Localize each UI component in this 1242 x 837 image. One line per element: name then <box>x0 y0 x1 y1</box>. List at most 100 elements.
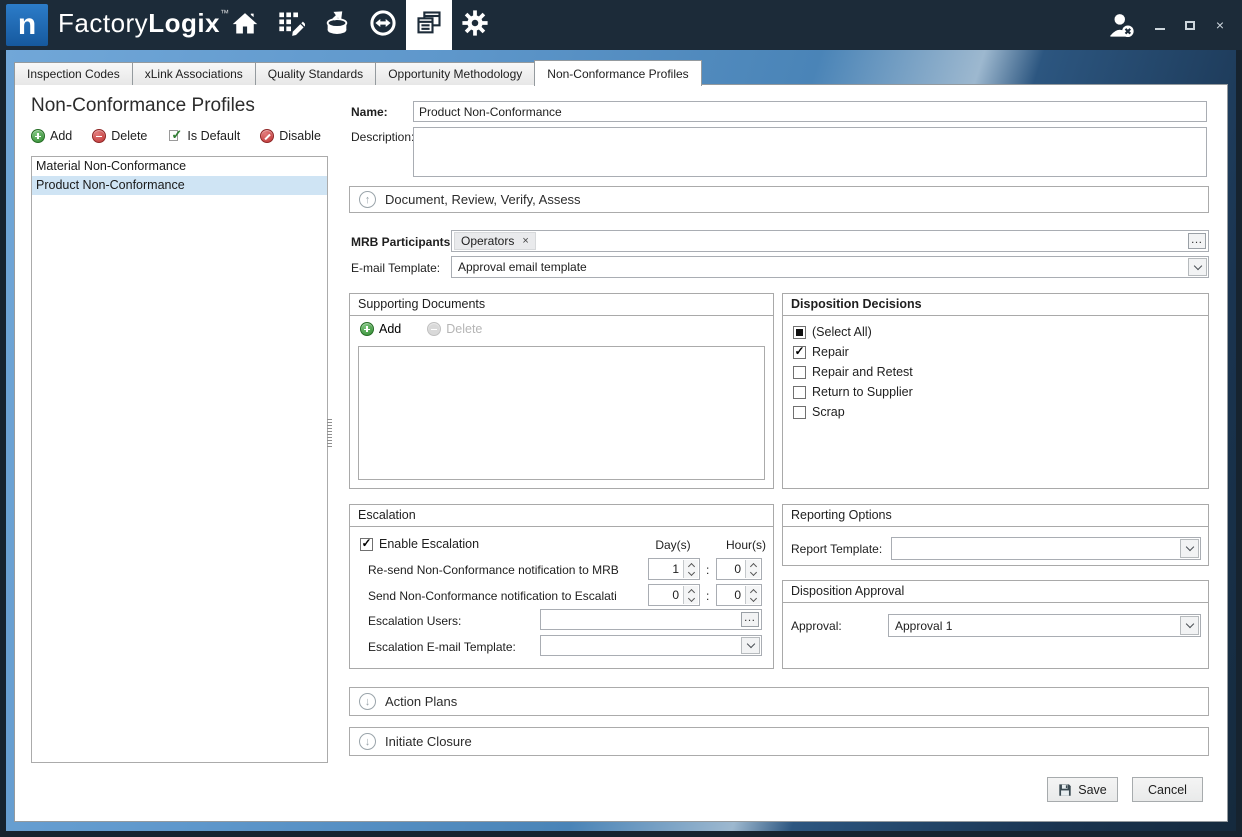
dropdown-button[interactable] <box>741 637 760 654</box>
delete-document-label: Delete <box>446 322 482 336</box>
delete-profile-button[interactable]: Delete <box>92 129 147 143</box>
dropdown-button[interactable] <box>1180 616 1199 635</box>
expand-arrow-icon: ↓ <box>359 733 376 750</box>
list-item-product-non-conformance[interactable]: Product Non-Conformance <box>32 176 327 195</box>
spinner-arrows-icon[interactable] <box>683 586 698 604</box>
checkbox-row-repair-retest[interactable]: Repair and Retest <box>793 365 913 379</box>
return-supplier-label: Return to Supplier <box>812 385 913 399</box>
spinner-arrows-icon[interactable] <box>745 586 760 604</box>
collapse-arrow-icon: ↑ <box>359 191 376 208</box>
delete-icon <box>92 129 106 143</box>
chip-remove-icon[interactable]: × <box>522 235 528 247</box>
select-all-checkbox[interactable] <box>793 326 806 339</box>
cancel-button-label: Cancel <box>1148 783 1187 797</box>
material-stack-icon <box>323 9 351 42</box>
scrap-checkbox[interactable] <box>793 406 806 419</box>
days-header: Day(s) <box>638 538 708 552</box>
escalation-template-label: Escalation E-mail Template: <box>368 640 516 654</box>
disposition-decisions-group: Disposition Decisions (Select All) Repai… <box>782 293 1209 489</box>
save-button[interactable]: Save <box>1047 777 1118 802</box>
checkbox-row-select-all[interactable]: (Select All) <box>793 325 872 339</box>
nav-materials-button[interactable] <box>314 0 360 50</box>
dropdown-button[interactable] <box>1180 539 1199 558</box>
email-template-select[interactable]: Approval email template <box>451 256 1209 278</box>
mrb-participants-field[interactable]: Operators × <box>451 230 1209 252</box>
time-colon: : <box>706 589 709 603</box>
minimize-button[interactable] <box>1152 17 1168 33</box>
nav-home-button[interactable] <box>222 0 268 50</box>
delete-document-button[interactable]: Delete <box>427 322 482 336</box>
report-template-label: Report Template: <box>791 542 882 556</box>
escalation-users-browse-button[interactable] <box>741 612 759 627</box>
tab-inspection-codes[interactable]: Inspection Codes <box>14 62 133 85</box>
is-default-button[interactable]: ✓ Is Default <box>167 129 240 143</box>
escalation-group: Escalation Enable Escalation Day(s) Hour… <box>349 504 774 669</box>
maximize-icon <box>1185 21 1195 30</box>
add-document-button[interactable]: Add <box>360 322 401 336</box>
content-panel: Non-Conformance Profiles Add Delete ✓ Is… <box>14 84 1228 822</box>
enable-escalation-checkbox[interactable] <box>360 538 373 551</box>
escalation-days-spinner[interactable]: 0 <box>648 584 700 606</box>
mrb-browse-button[interactable] <box>1188 233 1206 249</box>
close-icon: × <box>1216 17 1224 33</box>
expander-document-review-label: Document, Review, Verify, Assess <box>385 192 581 207</box>
chevron-down-icon <box>1193 261 1201 269</box>
disable-icon <box>260 129 274 143</box>
nav-document-control-button[interactable] <box>406 0 452 50</box>
gear-icon <box>461 9 489 42</box>
expander-action-plans[interactable]: ↓ Action Plans <box>349 687 1209 716</box>
page-title: Non-Conformance Profiles <box>31 95 255 117</box>
participant-chip: Operators × <box>454 232 536 250</box>
enable-escalation-row[interactable]: Enable Escalation <box>360 537 479 551</box>
resend-hours-spinner[interactable]: 0 <box>716 558 762 580</box>
approval-select[interactable]: Approval 1 <box>888 614 1201 637</box>
nav-transfer-button[interactable] <box>360 0 406 50</box>
nav-settings-button[interactable] <box>452 0 498 50</box>
repair-checkbox[interactable] <box>793 346 806 359</box>
grid-pencil-icon <box>277 9 305 42</box>
escalation-days-value: 0 <box>672 588 679 602</box>
expander-document-review[interactable]: ↑ Document, Review, Verify, Assess <box>349 186 1209 213</box>
expander-initiate-closure[interactable]: ↓ Initiate Closure <box>349 727 1209 756</box>
add-profile-button[interactable]: Add <box>31 129 72 143</box>
app-logo: n <box>6 4 48 46</box>
tab-non-conformance-profiles[interactable]: Non-Conformance Profiles <box>534 60 701 86</box>
repair-retest-checkbox[interactable] <box>793 366 806 379</box>
reporting-options-title: Reporting Options <box>783 505 1208 527</box>
cancel-button[interactable]: Cancel <box>1132 777 1203 802</box>
description-label: Description: <box>351 130 414 144</box>
return-supplier-checkbox[interactable] <box>793 386 806 399</box>
close-button[interactable]: × <box>1212 17 1228 33</box>
time-colon: : <box>706 563 709 577</box>
escalation-hours-spinner[interactable]: 0 <box>716 584 762 606</box>
transfer-circle-icon <box>369 9 397 42</box>
add-profile-label: Add <box>50 129 72 143</box>
repair-label: Repair <box>812 345 849 359</box>
documents-list[interactable] <box>358 346 765 480</box>
dropdown-button[interactable] <box>1188 258 1207 276</box>
nav-production-edit-button[interactable] <box>268 0 314 50</box>
description-input[interactable] <box>413 127 1207 177</box>
email-template-value: Approval email template <box>458 260 587 274</box>
escalation-users-field[interactable] <box>540 609 762 630</box>
disable-profile-button[interactable]: Disable <box>260 129 321 143</box>
tab-xlink-associations[interactable]: xLink Associations <box>132 62 256 85</box>
repair-retest-label: Repair and Retest <box>812 365 913 379</box>
checkbox-row-scrap[interactable]: Scrap <box>793 405 845 419</box>
checkbox-row-return-supplier[interactable]: Return to Supplier <box>793 385 913 399</box>
list-item-material-non-conformance[interactable]: Material Non-Conformance <box>32 157 327 176</box>
participant-chip-label: Operators <box>461 234 514 248</box>
checkbox-row-repair[interactable]: Repair <box>793 345 849 359</box>
maximize-button[interactable] <box>1182 17 1198 33</box>
chevron-down-icon <box>1185 543 1193 551</box>
escalation-template-select[interactable] <box>540 635 762 656</box>
spinner-arrows-icon[interactable] <box>683 560 698 578</box>
tab-opportunity-methodology[interactable]: Opportunity Methodology <box>375 62 535 85</box>
report-template-select[interactable] <box>891 537 1201 560</box>
spinner-arrows-icon[interactable] <box>745 560 760 578</box>
user-logout-button[interactable] <box>1104 8 1138 42</box>
panel-splitter[interactable] <box>327 419 332 447</box>
tab-quality-standards[interactable]: Quality Standards <box>255 62 376 85</box>
resend-days-spinner[interactable]: 1 <box>648 558 700 580</box>
name-input[interactable] <box>413 101 1207 122</box>
